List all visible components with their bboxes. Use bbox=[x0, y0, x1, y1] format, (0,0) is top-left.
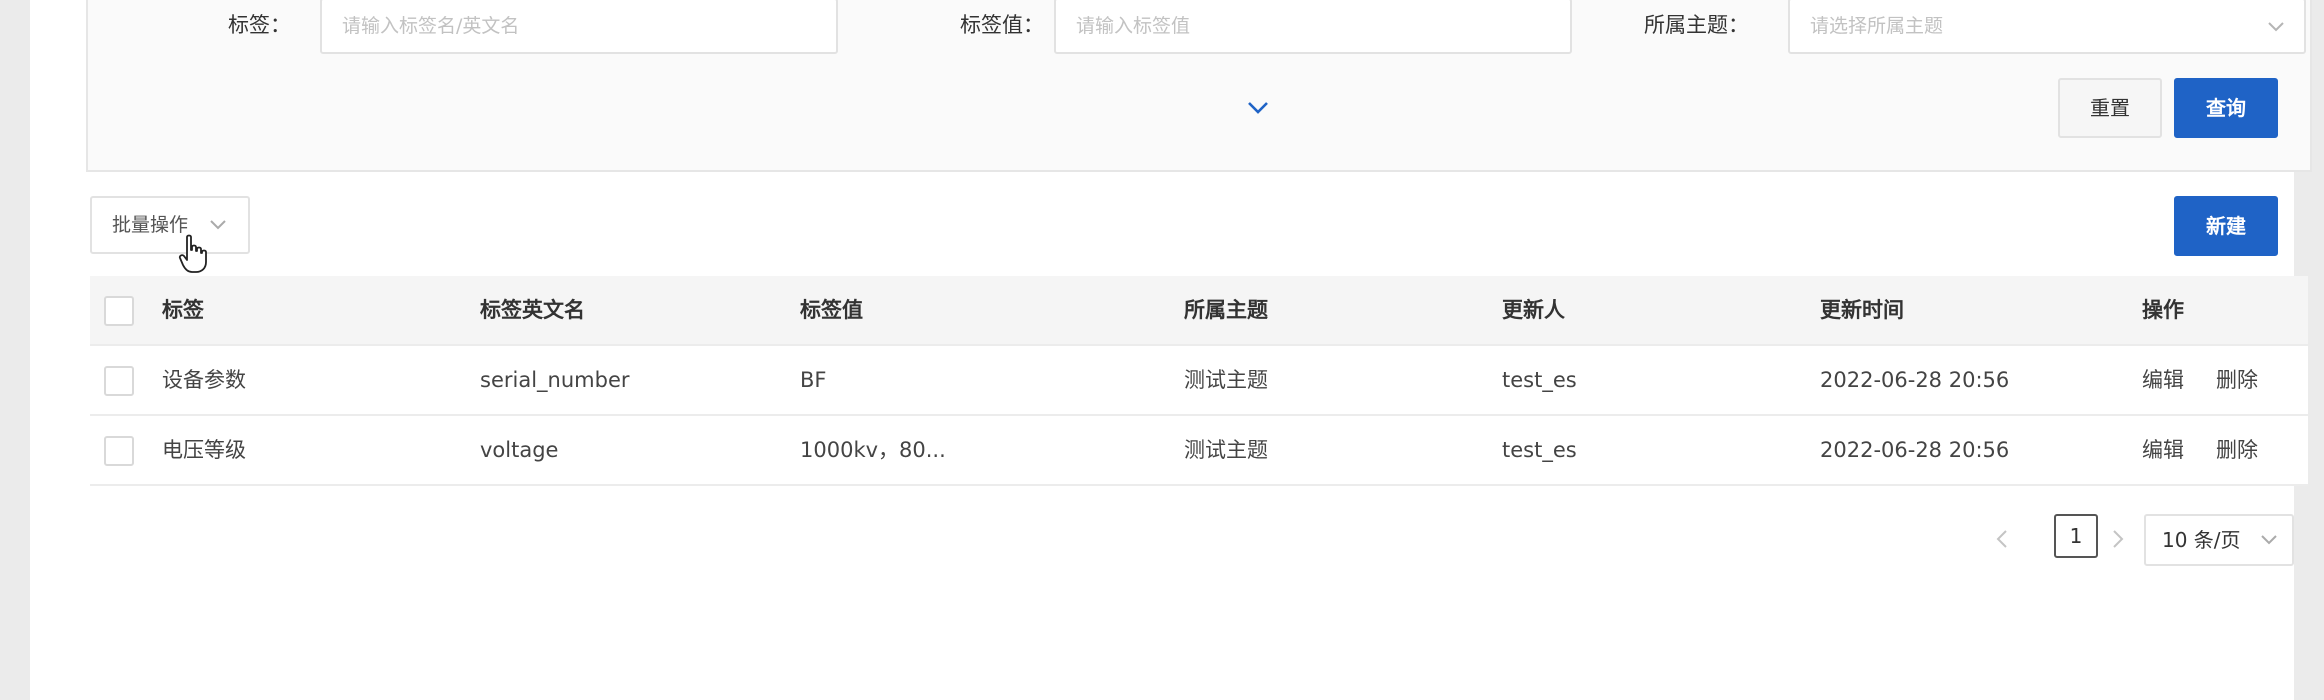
cell-tag-value: 1000kv，80... bbox=[800, 438, 946, 462]
column-header-actions: 操作 bbox=[2142, 298, 2184, 322]
cell-updated-time: 2022-06-28 20:56 bbox=[1820, 438, 2010, 462]
cell-updater: test_es bbox=[1502, 438, 1577, 462]
row-checkbox[interactable] bbox=[104, 436, 134, 466]
row-checkbox[interactable] bbox=[104, 366, 134, 396]
chevron-left-icon[interactable] bbox=[1992, 524, 2012, 554]
expand-filters-icon[interactable] bbox=[1245, 98, 1271, 118]
page-size-select[interactable]: 10 条/页 bbox=[2144, 514, 2294, 566]
cell-topic: 测试主题 bbox=[1184, 438, 1268, 462]
reset-button[interactable]: 重置 bbox=[2058, 78, 2162, 138]
cell-english-name: serial_number bbox=[480, 368, 630, 392]
tag-search-input[interactable]: 请输入标签名/英文名 bbox=[320, 0, 838, 54]
cell-updated-time: 2022-06-28 20:56 bbox=[1820, 368, 2010, 392]
column-header-english-name: 标签英文名 bbox=[480, 298, 585, 322]
new-button[interactable]: 新建 bbox=[2174, 196, 2278, 256]
cell-tag: 电压等级 bbox=[162, 438, 246, 462]
topic-select-placeholder: 请选择所属主题 bbox=[1810, 15, 1944, 37]
chevron-down-icon bbox=[210, 220, 226, 230]
edit-link[interactable]: 编辑 bbox=[2142, 416, 2184, 484]
delete-link[interactable]: 删除 bbox=[2216, 416, 2258, 484]
filter-panel: 标签： 请输入标签名/英文名 标签值： 请输入标签值 所属主题： 请选择所属主题… bbox=[86, 0, 2312, 172]
page-size-label: 10 条/页 bbox=[2162, 528, 2241, 552]
column-header-tag-value: 标签值 bbox=[800, 298, 863, 322]
cell-updater: test_es bbox=[1502, 368, 1577, 392]
column-header-updated-time: 更新时间 bbox=[1820, 298, 1904, 322]
topic-filter-label: 所属主题： bbox=[1644, 13, 1749, 37]
hand-cursor-icon bbox=[178, 234, 207, 273]
cell-topic: 测试主题 bbox=[1184, 368, 1268, 392]
chevron-down-icon bbox=[2261, 535, 2277, 545]
delete-link[interactable]: 删除 bbox=[2216, 346, 2258, 414]
topic-select[interactable]: 请选择所属主题 bbox=[1788, 0, 2306, 54]
pagination-current-page[interactable]: 1 bbox=[2054, 514, 2098, 558]
edit-link[interactable]: 编辑 bbox=[2142, 346, 2184, 414]
cell-tag: 设备参数 bbox=[162, 368, 246, 392]
page-container: 标签： 请输入标签名/英文名 标签值： 请输入标签值 所属主题： 请选择所属主题… bbox=[30, 0, 2312, 700]
chevron-down-icon bbox=[2268, 22, 2284, 32]
query-button[interactable]: 查询 bbox=[2174, 78, 2278, 138]
tag-value-placeholder: 请输入标签值 bbox=[1076, 15, 1191, 37]
table-row: 电压等级 voltage 1000kv，80... 测试主题 test_es 2… bbox=[90, 416, 2308, 486]
tag-search-placeholder: 请输入标签名/英文名 bbox=[342, 15, 520, 37]
tags-table: 标签 标签英文名 标签值 所属主题 更新人 更新时间 操作 设备参数 seria… bbox=[90, 276, 2308, 486]
column-header-updater: 更新人 bbox=[1502, 298, 1565, 322]
chevron-right-icon[interactable] bbox=[2108, 524, 2128, 554]
batch-operations-label: 批量操作 bbox=[112, 214, 189, 236]
tag-filter-label: 标签： bbox=[228, 13, 291, 37]
tag-value-filter-label: 标签值： bbox=[960, 13, 1044, 37]
batch-operations-dropdown[interactable]: 批量操作 bbox=[90, 196, 250, 254]
tag-value-input[interactable]: 请输入标签值 bbox=[1054, 0, 1572, 54]
table-row: 设备参数 serial_number BF 测试主题 test_es 2022-… bbox=[90, 346, 2308, 416]
select-all-checkbox[interactable] bbox=[104, 296, 134, 326]
cell-tag-value: BF bbox=[800, 368, 827, 392]
table-header: 标签 标签英文名 标签值 所属主题 更新人 更新时间 操作 bbox=[90, 276, 2308, 346]
cell-english-name: voltage bbox=[480, 438, 559, 462]
column-header-topic: 所属主题 bbox=[1184, 298, 1268, 322]
column-header-tag: 标签 bbox=[162, 298, 204, 322]
